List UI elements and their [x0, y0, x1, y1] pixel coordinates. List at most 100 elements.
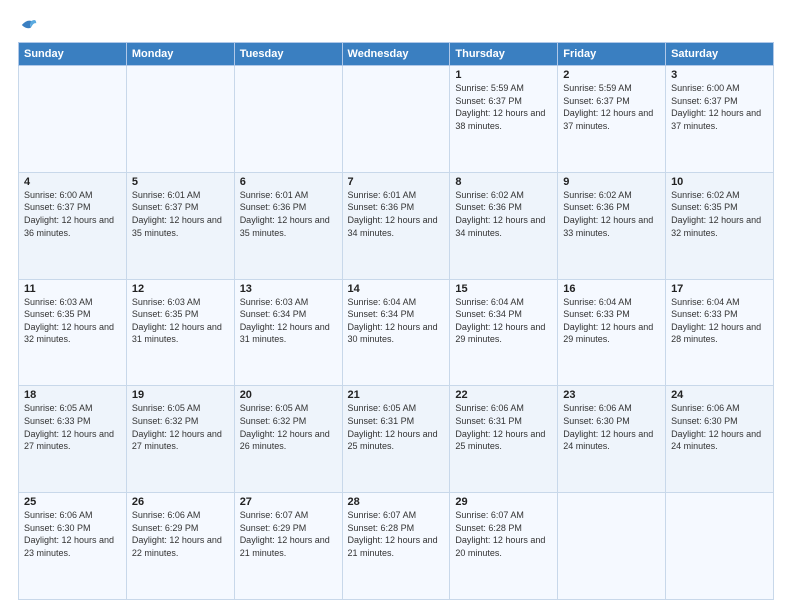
day-number: 11 [24, 283, 121, 295]
calendar-cell [666, 493, 774, 600]
calendar-cell: 16Sunrise: 6:04 AMSunset: 6:33 PMDayligh… [558, 279, 666, 386]
day-number: 14 [348, 283, 445, 295]
calendar-week-row: 1Sunrise: 5:59 AMSunset: 6:37 PMDaylight… [19, 66, 774, 173]
day-info: Sunrise: 5:59 AMSunset: 6:37 PMDaylight:… [455, 82, 552, 132]
calendar-cell: 7Sunrise: 6:01 AMSunset: 6:36 PMDaylight… [342, 172, 450, 279]
day-number: 9 [563, 176, 660, 188]
day-info: Sunrise: 6:06 AMSunset: 6:30 PMDaylight:… [563, 402, 660, 452]
calendar-cell: 23Sunrise: 6:06 AMSunset: 6:30 PMDayligh… [558, 386, 666, 493]
calendar-cell: 5Sunrise: 6:01 AMSunset: 6:37 PMDaylight… [126, 172, 234, 279]
calendar-cell: 19Sunrise: 6:05 AMSunset: 6:32 PMDayligh… [126, 386, 234, 493]
day-info: Sunrise: 6:02 AMSunset: 6:36 PMDaylight:… [563, 189, 660, 239]
day-info: Sunrise: 6:00 AMSunset: 6:37 PMDaylight:… [671, 82, 768, 132]
calendar-cell [126, 66, 234, 173]
day-info: Sunrise: 6:05 AMSunset: 6:31 PMDaylight:… [348, 402, 445, 452]
day-info: Sunrise: 6:01 AMSunset: 6:36 PMDaylight:… [348, 189, 445, 239]
calendar-cell: 8Sunrise: 6:02 AMSunset: 6:36 PMDaylight… [450, 172, 558, 279]
calendar-cell: 14Sunrise: 6:04 AMSunset: 6:34 PMDayligh… [342, 279, 450, 386]
calendar-cell: 29Sunrise: 6:07 AMSunset: 6:28 PMDayligh… [450, 493, 558, 600]
calendar-page: SundayMondayTuesdayWednesdayThursdayFrid… [0, 0, 792, 612]
weekday-header: Saturday [666, 43, 774, 66]
calendar-cell: 3Sunrise: 6:00 AMSunset: 6:37 PMDaylight… [666, 66, 774, 173]
day-info: Sunrise: 6:02 AMSunset: 6:35 PMDaylight:… [671, 189, 768, 239]
calendar-cell: 20Sunrise: 6:05 AMSunset: 6:32 PMDayligh… [234, 386, 342, 493]
calendar-cell [342, 66, 450, 173]
day-number: 15 [455, 283, 552, 295]
day-number: 26 [132, 496, 229, 508]
day-number: 20 [240, 389, 337, 401]
day-info: Sunrise: 6:04 AMSunset: 6:34 PMDaylight:… [348, 296, 445, 346]
day-number: 8 [455, 176, 552, 188]
day-info: Sunrise: 5:59 AMSunset: 6:37 PMDaylight:… [563, 82, 660, 132]
calendar-table: SundayMondayTuesdayWednesdayThursdayFrid… [18, 42, 774, 600]
day-info: Sunrise: 6:06 AMSunset: 6:29 PMDaylight:… [132, 509, 229, 559]
calendar-header-row: SundayMondayTuesdayWednesdayThursdayFrid… [19, 43, 774, 66]
calendar-cell: 10Sunrise: 6:02 AMSunset: 6:35 PMDayligh… [666, 172, 774, 279]
day-info: Sunrise: 6:07 AMSunset: 6:28 PMDaylight:… [455, 509, 552, 559]
day-info: Sunrise: 6:01 AMSunset: 6:36 PMDaylight:… [240, 189, 337, 239]
day-info: Sunrise: 6:06 AMSunset: 6:30 PMDaylight:… [24, 509, 121, 559]
weekday-header: Thursday [450, 43, 558, 66]
day-number: 21 [348, 389, 445, 401]
calendar-cell: 24Sunrise: 6:06 AMSunset: 6:30 PMDayligh… [666, 386, 774, 493]
day-number: 2 [563, 69, 660, 81]
day-info: Sunrise: 6:07 AMSunset: 6:28 PMDaylight:… [348, 509, 445, 559]
day-number: 29 [455, 496, 552, 508]
day-info: Sunrise: 6:03 AMSunset: 6:35 PMDaylight:… [24, 296, 121, 346]
calendar-cell: 26Sunrise: 6:06 AMSunset: 6:29 PMDayligh… [126, 493, 234, 600]
logo [18, 16, 38, 34]
calendar-cell: 12Sunrise: 6:03 AMSunset: 6:35 PMDayligh… [126, 279, 234, 386]
calendar-week-row: 11Sunrise: 6:03 AMSunset: 6:35 PMDayligh… [19, 279, 774, 386]
day-number: 28 [348, 496, 445, 508]
calendar-cell: 27Sunrise: 6:07 AMSunset: 6:29 PMDayligh… [234, 493, 342, 600]
calendar-cell: 28Sunrise: 6:07 AMSunset: 6:28 PMDayligh… [342, 493, 450, 600]
calendar-cell: 25Sunrise: 6:06 AMSunset: 6:30 PMDayligh… [19, 493, 127, 600]
day-number: 7 [348, 176, 445, 188]
calendar-cell: 6Sunrise: 6:01 AMSunset: 6:36 PMDaylight… [234, 172, 342, 279]
calendar-cell [234, 66, 342, 173]
day-info: Sunrise: 6:05 AMSunset: 6:32 PMDaylight:… [240, 402, 337, 452]
day-info: Sunrise: 6:05 AMSunset: 6:33 PMDaylight:… [24, 402, 121, 452]
calendar-cell: 11Sunrise: 6:03 AMSunset: 6:35 PMDayligh… [19, 279, 127, 386]
day-info: Sunrise: 6:03 AMSunset: 6:34 PMDaylight:… [240, 296, 337, 346]
day-number: 6 [240, 176, 337, 188]
day-info: Sunrise: 6:00 AMSunset: 6:37 PMDaylight:… [24, 189, 121, 239]
day-number: 27 [240, 496, 337, 508]
calendar-body: 1Sunrise: 5:59 AMSunset: 6:37 PMDaylight… [19, 66, 774, 600]
day-number: 17 [671, 283, 768, 295]
day-number: 19 [132, 389, 229, 401]
day-number: 23 [563, 389, 660, 401]
day-info: Sunrise: 6:06 AMSunset: 6:30 PMDaylight:… [671, 402, 768, 452]
day-number: 16 [563, 283, 660, 295]
day-number: 12 [132, 283, 229, 295]
page-header [18, 16, 774, 34]
day-number: 13 [240, 283, 337, 295]
weekday-header: Sunday [19, 43, 127, 66]
day-info: Sunrise: 6:04 AMSunset: 6:33 PMDaylight:… [563, 296, 660, 346]
day-info: Sunrise: 6:03 AMSunset: 6:35 PMDaylight:… [132, 296, 229, 346]
calendar-week-row: 18Sunrise: 6:05 AMSunset: 6:33 PMDayligh… [19, 386, 774, 493]
day-number: 22 [455, 389, 552, 401]
day-info: Sunrise: 6:04 AMSunset: 6:34 PMDaylight:… [455, 296, 552, 346]
calendar-cell: 1Sunrise: 5:59 AMSunset: 6:37 PMDaylight… [450, 66, 558, 173]
calendar-cell [558, 493, 666, 600]
day-info: Sunrise: 6:05 AMSunset: 6:32 PMDaylight:… [132, 402, 229, 452]
day-number: 3 [671, 69, 768, 81]
day-info: Sunrise: 6:01 AMSunset: 6:37 PMDaylight:… [132, 189, 229, 239]
weekday-header: Friday [558, 43, 666, 66]
day-number: 25 [24, 496, 121, 508]
day-info: Sunrise: 6:06 AMSunset: 6:31 PMDaylight:… [455, 402, 552, 452]
weekday-header: Tuesday [234, 43, 342, 66]
day-number: 1 [455, 69, 552, 81]
calendar-cell: 17Sunrise: 6:04 AMSunset: 6:33 PMDayligh… [666, 279, 774, 386]
weekday-header: Monday [126, 43, 234, 66]
calendar-cell: 22Sunrise: 6:06 AMSunset: 6:31 PMDayligh… [450, 386, 558, 493]
weekday-header: Wednesday [342, 43, 450, 66]
day-number: 10 [671, 176, 768, 188]
calendar-cell: 4Sunrise: 6:00 AMSunset: 6:37 PMDaylight… [19, 172, 127, 279]
calendar-cell: 13Sunrise: 6:03 AMSunset: 6:34 PMDayligh… [234, 279, 342, 386]
day-number: 4 [24, 176, 121, 188]
calendar-cell: 21Sunrise: 6:05 AMSunset: 6:31 PMDayligh… [342, 386, 450, 493]
calendar-cell [19, 66, 127, 173]
day-info: Sunrise: 6:02 AMSunset: 6:36 PMDaylight:… [455, 189, 552, 239]
